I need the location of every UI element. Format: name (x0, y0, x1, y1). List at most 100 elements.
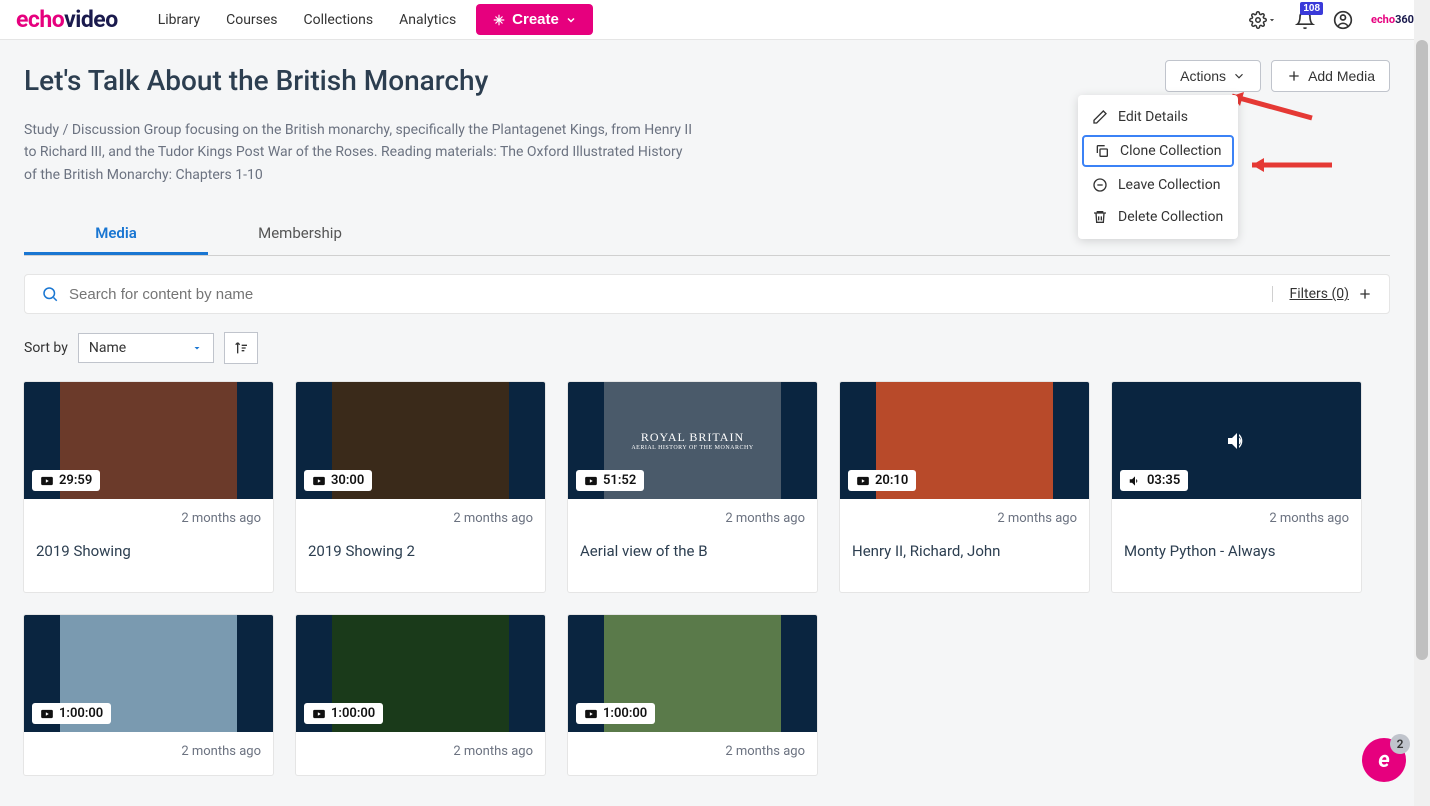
duration-text: 30:00 (331, 473, 364, 488)
duration-text: 20:10 (875, 473, 908, 488)
search-input[interactable] (69, 286, 1272, 303)
tab-membership[interactable]: Membership (208, 214, 392, 255)
media-card[interactable]: 29:592 months ago2019 Showing (24, 382, 273, 592)
card-title: Aerial view of the B (580, 542, 805, 560)
notifications-button[interactable]: 108 (1295, 10, 1315, 30)
gear-icon (1249, 11, 1267, 29)
nav-courses[interactable]: Courses (226, 12, 277, 28)
media-thumbnail: 1:00:00 (296, 615, 545, 732)
profile-button[interactable] (1333, 10, 1353, 30)
notification-badge: 108 (1300, 2, 1323, 15)
dropdown-delete-collection[interactable]: Delete Collection (1078, 201, 1238, 233)
brand-mini: echo360 (1371, 13, 1414, 26)
thumb-overlay-text: ROYAL BRITAINAERIAL HISTORY OF THE MONAR… (568, 430, 817, 451)
scroll-thumb[interactable] (1416, 40, 1428, 660)
media-card[interactable]: 03:35 2 months ago Monty Python - Always (1112, 382, 1361, 592)
sort-label: Sort by (24, 340, 68, 356)
dropdown-leave-collection[interactable]: Leave Collection (1078, 169, 1238, 201)
chevron-down-icon (191, 342, 203, 354)
dropdown-edit-details[interactable]: Edit Details (1078, 101, 1238, 133)
nav-analytics[interactable]: Analytics (399, 12, 456, 28)
user-icon (1333, 10, 1353, 30)
sort-value: Name (89, 340, 126, 356)
copy-icon (1094, 143, 1110, 159)
media-card[interactable]: 1:00:00 2 months ago (568, 615, 817, 775)
chevron-down-icon (1267, 15, 1277, 25)
dropdown-item-label: Leave Collection (1118, 177, 1220, 193)
top-actions: Actions Add Media (1165, 60, 1390, 92)
duration-badge: 1:00:00 (304, 703, 383, 724)
duration-text: 29:59 (59, 473, 92, 488)
duration-badge: 30:00 (304, 470, 372, 491)
sort-direction-button[interactable] (224, 332, 258, 364)
duration-badge: 1:00:00 (32, 703, 111, 724)
dropdown-item-label: Clone Collection (1120, 143, 1222, 159)
sparkle-icon (492, 13, 506, 27)
media-thumbnail: 1:00:00 (568, 615, 817, 732)
chevron-down-icon (565, 14, 577, 26)
chat-letter: e (1378, 748, 1390, 773)
duration-badge: 29:59 (32, 470, 100, 491)
main-content: Let's Talk About the British Monarchy St… (0, 40, 1414, 799)
chat-bubble[interactable]: e 2 (1362, 738, 1406, 782)
duration-badge: 20:10 (848, 470, 916, 491)
media-thumbnail: 20:10 (840, 382, 1089, 499)
filters-button[interactable]: Filters (0) (1272, 286, 1373, 302)
scrollbar[interactable] (1414, 0, 1430, 806)
duration-text: 1:00:00 (331, 706, 375, 721)
card-date: 2 months ago (580, 744, 805, 759)
card-date: 2 months ago (580, 511, 805, 526)
sort-select[interactable]: Name (78, 333, 214, 363)
nav-library[interactable]: Library (158, 12, 200, 28)
dropdown-item-label: Delete Collection (1118, 209, 1223, 225)
dropdown-clone-collection[interactable]: Clone Collection (1082, 135, 1234, 167)
chevron-down-icon (1232, 69, 1246, 83)
duration-badge: 03:35 (1120, 470, 1188, 491)
logo[interactable]: echovideo (16, 6, 118, 33)
create-button[interactable]: Create (476, 4, 593, 35)
media-card[interactable]: 1:00:00 2 months ago (296, 615, 545, 775)
card-title: 2019 Showing 2 (308, 542, 533, 560)
media-grid: 29:592 months ago2019 Showing 30:00 2 mont… (24, 382, 1390, 775)
sort-row: Sort by Name (24, 332, 1390, 364)
duration-text: 51:52 (603, 473, 636, 488)
duration-text: 1:00:00 (59, 706, 103, 721)
media-card[interactable]: ROYAL BRITAINAERIAL HISTORY OF THE MONAR… (568, 382, 817, 592)
card-title: Monty Python - Always (1124, 542, 1349, 560)
nav-links: Library Courses Collections Analytics (158, 12, 456, 28)
tab-media[interactable]: Media (24, 214, 208, 255)
dropdown-item-label: Edit Details (1118, 109, 1188, 125)
search-icon (41, 285, 59, 303)
actions-dropdown: Edit Details Clone Collection Leave Coll… (1078, 95, 1238, 239)
card-date: 2 months ago (308, 744, 533, 759)
card-title: Henry II, Richard, John (852, 542, 1077, 560)
search-bar: Filters (0) (24, 274, 1390, 314)
plus-icon (1357, 286, 1373, 302)
duration-text: 03:35 (1147, 473, 1180, 488)
settings-button[interactable] (1249, 11, 1277, 29)
actions-button[interactable]: Actions (1165, 60, 1261, 92)
card-date: 2 months ago (308, 511, 533, 526)
media-card[interactable]: 20:102 months agoHenry II, Richard, John (840, 382, 1089, 592)
top-bar: echovideo Library Courses Collections An… (0, 0, 1430, 40)
filters-label: Filters (0) (1289, 286, 1349, 302)
duration-badge: 1:00:00 (576, 703, 655, 724)
create-label: Create (512, 11, 559, 28)
pencil-icon (1092, 109, 1108, 125)
page-description: Study / Discussion Group focusing on the… (24, 119, 694, 186)
nav-collections[interactable]: Collections (304, 12, 374, 28)
media-thumbnail: 29:59 (24, 382, 273, 499)
add-media-button[interactable]: Add Media (1271, 60, 1390, 92)
media-thumbnail: 30:00 (296, 382, 545, 499)
media-thumbnail: 03:35 (1112, 382, 1361, 499)
trash-icon (1092, 209, 1108, 225)
media-card[interactable]: 30:00 2 months ago 2019 Showing 2 (296, 382, 545, 592)
audio-icon (1225, 429, 1249, 453)
media-thumbnail: ROYAL BRITAINAERIAL HISTORY OF THE MONAR… (568, 382, 817, 499)
sort-icon (233, 340, 249, 356)
actions-label: Actions (1180, 68, 1226, 84)
media-card[interactable]: 1:00:002 months ago (24, 615, 273, 775)
card-date: 2 months ago (1124, 511, 1349, 526)
duration-text: 1:00:00 (603, 706, 647, 721)
duration-badge: 51:52 (576, 470, 644, 491)
